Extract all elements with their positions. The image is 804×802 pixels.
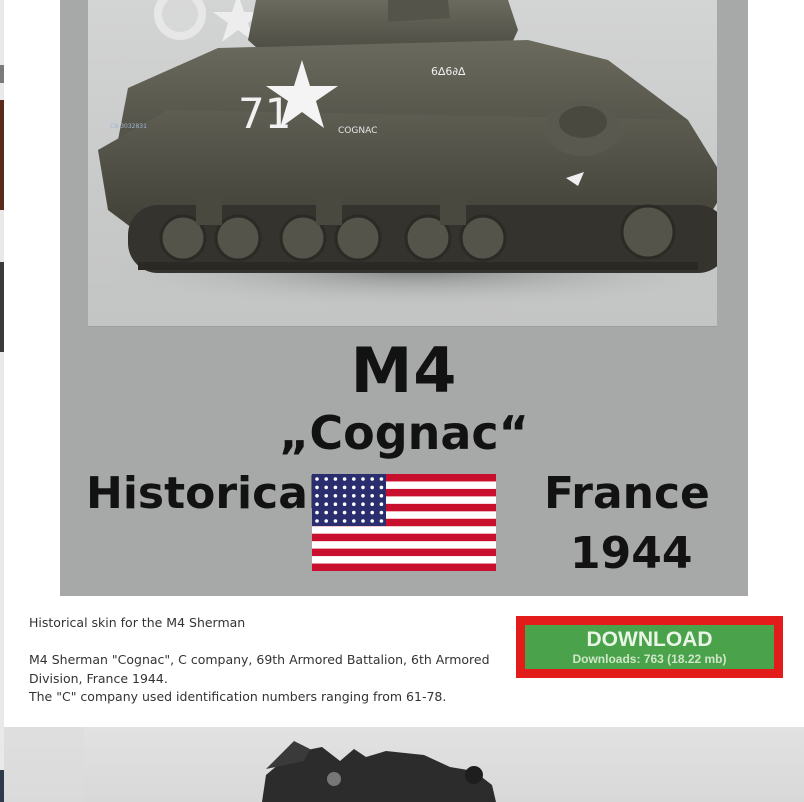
skin-description: Historical skin for the M4 Sherman M4 Sh… [29, 614, 499, 707]
download-button[interactable]: DOWNLOAD Downloads: 763 (18.22 mb) [525, 625, 774, 669]
left-sidebar-edge [0, 0, 4, 802]
historical-photo [4, 727, 804, 802]
download-label: DOWNLOAD [586, 628, 713, 651]
country-label: France [544, 468, 710, 519]
download-count: Downloads: 763 (18.22 mb) [572, 652, 727, 666]
historical-label: Historical [86, 468, 323, 519]
skin-preview-image: 71 COGNAC 6∆6∂∆ CB 3032831 M4 „Cognac“ H… [60, 0, 748, 596]
turret-marking: 6∆6∂∆ [431, 65, 466, 78]
skin-page: 71 COGNAC 6∆6∂∆ CB 3032831 M4 „Cognac“ H… [0, 0, 804, 802]
tank-nickname-title: „Cognac“ [279, 406, 529, 460]
year-label: 1944 [570, 528, 693, 579]
tank-model-title: M4 [350, 334, 458, 407]
description-detail: M4 Sherman "Cognac", C company, 69th Arm… [29, 652, 490, 686]
side-serial-marking: CB 3032831 [110, 123, 147, 130]
description-intro: Historical skin for the M4 Sherman [29, 615, 246, 630]
hull-name-marking: COGNAC [338, 126, 377, 136]
sherman-tank-illustration: 71 COGNAC 6∆6∂∆ CB 3032831 [88, 0, 717, 310]
us-flag-48-star-icon [312, 474, 496, 571]
tank-render: 71 COGNAC 6∆6∂∆ CB 3032831 [88, 0, 717, 327]
description-note: The "C" company used identification numb… [29, 689, 447, 704]
download-highlight-frame: DOWNLOAD Downloads: 763 (18.22 mb) [516, 616, 783, 678]
historical-tank-photo [4, 727, 496, 802]
